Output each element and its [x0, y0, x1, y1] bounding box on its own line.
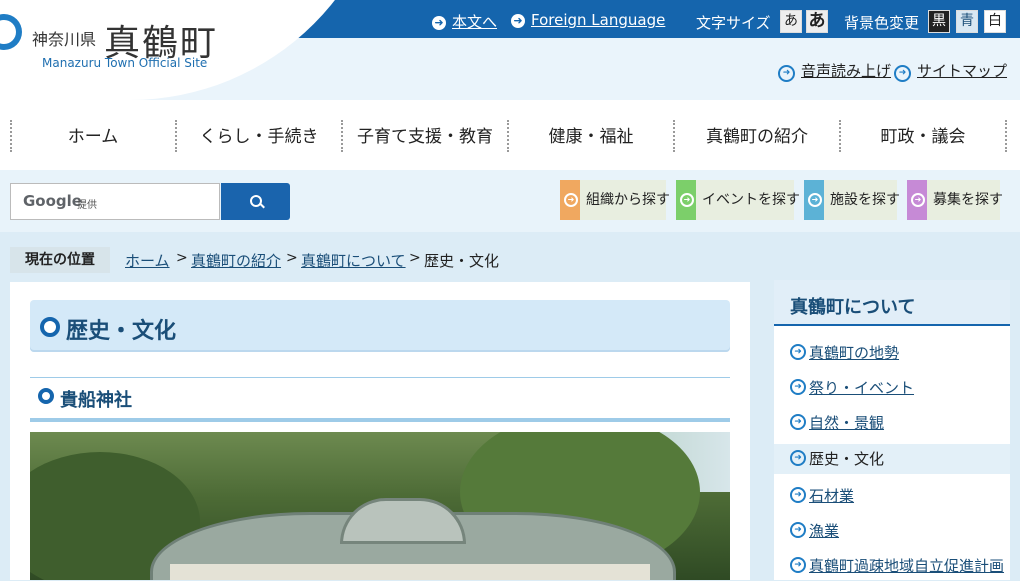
find-button-accent: ➜	[907, 180, 927, 220]
sidebar-heading: 真鶴町について	[774, 280, 1010, 326]
breadcrumb-link-home[interactable]: ホーム	[125, 250, 170, 271]
global-nav: ホーム くらし・手続き 子育て支援・教育 健康・福祉 真鶴町の紹介 町政・議会	[0, 100, 1020, 170]
find-events-button[interactable]: ➜ イベントを探す	[676, 180, 800, 220]
find-button-accent: ➜	[676, 180, 696, 220]
bg-blue-button[interactable]: 青	[956, 10, 978, 33]
sidebar-item-festivals[interactable]: ➜ 祭り・イベント	[774, 373, 1010, 403]
find-recruitment-label: 募集を探す	[933, 192, 1003, 208]
logo-prefecture: 神奈川県	[32, 30, 97, 49]
arrow-right-circle-icon: ➜	[911, 193, 925, 207]
skip-to-content-link[interactable]: ➜ 本文へ	[432, 11, 497, 32]
find-events-label: イベントを探す	[702, 192, 800, 208]
sidebar: 真鶴町について ➜ 真鶴町の地勢 ➜ 祭り・イベント ➜ 自然・景観 ➜ 歴史・…	[774, 280, 1010, 580]
arrow-right-circle-icon: ➜	[894, 65, 911, 82]
sitemap-label: サイトマップ	[917, 62, 1008, 80]
find-button-accent: ➜	[804, 180, 824, 220]
main-content: 歴史・文化 貴船神社	[10, 282, 750, 580]
breadcrumb-separator: >	[409, 250, 421, 266]
sidebar-item-label: 石材業	[809, 487, 855, 505]
sidebar-item-fishery[interactable]: ➜ 漁業	[774, 516, 1010, 546]
arrow-right-circle-icon: ➜	[511, 14, 525, 28]
font-size-large-button[interactable]: あ	[806, 10, 828, 33]
breadcrumb-separator: >	[286, 250, 298, 266]
breadcrumb-link-about-manazuru[interactable]: 真鶴町について	[301, 250, 406, 271]
find-recruitment-button[interactable]: ➜ 募集を探す	[907, 180, 1003, 220]
nav-item-living[interactable]: くらし・手続き	[176, 122, 342, 152]
foreign-language-link[interactable]: ➜ Foreign Language	[511, 11, 665, 29]
sidebar-item-stone-industry[interactable]: ➜ 石材業	[774, 481, 1010, 511]
font-size-label: 文字サイズ	[696, 14, 771, 32]
nav-item-government[interactable]: 町政・議会	[840, 122, 1006, 152]
read-aloud-label: 音声読み上げ	[801, 62, 892, 80]
breadcrumb-current: 歴史・文化	[424, 252, 500, 270]
heading-bullet-icon	[38, 388, 54, 404]
bg-color-label: 背景色変更	[844, 14, 920, 32]
find-by-organization-button[interactable]: ➜ 組織から探す	[560, 180, 670, 220]
site-header: 神奈川県 真鶴町 Manazuru Town Official Site ➜ 本文…	[0, 0, 1020, 100]
sidebar-item-label: 漁業	[809, 522, 840, 540]
sitemap-link[interactable]: ➜ サイトマップ	[894, 60, 1007, 82]
sidebar-item-label: 真鶴町の地勢	[809, 344, 900, 362]
photo-shrine-gable	[340, 498, 466, 544]
title-bullet-icon	[40, 317, 60, 337]
foreign-language-label: Foreign Language	[531, 11, 666, 29]
shrine-photo	[30, 432, 730, 580]
find-button-accent: ➜	[560, 180, 580, 220]
sidebar-item-label: 真鶴町過疎地域自立促進計画	[809, 557, 1005, 575]
arrow-right-circle-icon: ➜	[790, 522, 806, 538]
find-facilities-label: 施設を探す	[830, 192, 900, 208]
nav-item-about-town[interactable]: 真鶴町の紹介	[674, 122, 840, 152]
breadcrumb-separator: >	[176, 250, 188, 266]
arrow-right-circle-icon: ➜	[790, 344, 806, 360]
bg-white-button[interactable]: 白	[984, 10, 1006, 33]
arrow-right-circle-icon: ➜	[680, 193, 694, 207]
nav-item-childcare[interactable]: 子育て支援・教育	[342, 122, 508, 152]
arrow-right-circle-icon: ➜	[778, 65, 795, 82]
breadcrumb: 現在の位置 ホーム > 真鶴町の紹介 > 真鶴町について > 歴史・文化	[10, 244, 1010, 274]
arrow-right-circle-icon: ➜	[790, 557, 806, 573]
font-size-normal-button[interactable]: あ	[780, 10, 802, 33]
photo-shrine-beam	[170, 564, 650, 580]
arrow-right-circle-icon: ➜	[790, 414, 806, 430]
find-by-organization-label: 組織から探す	[586, 192, 670, 208]
sidebar-item-label: 歴史・文化	[809, 450, 885, 468]
find-facilities-button[interactable]: ➜ 施設を探す	[804, 180, 900, 220]
read-aloud-link[interactable]: ➜ 音声読み上げ	[778, 60, 891, 82]
arrow-right-circle-icon: ➜	[564, 193, 578, 207]
arrow-right-circle-icon: ➜	[432, 16, 446, 30]
search-band: Google 提供 ➜ 組織から探す ➜ イベントを探す ➜ 施設を探す ➜ 募…	[0, 170, 1020, 232]
arrow-right-circle-icon: ➜	[790, 379, 806, 395]
skip-to-content-label: 本文へ	[452, 13, 498, 31]
sidebar-item-nature[interactable]: ➜ 自然・景観	[774, 408, 1010, 438]
page-title-text: 歴史・文化	[66, 319, 177, 344]
nav-item-health[interactable]: 健康・福祉	[508, 122, 674, 152]
section-heading: 貴船神社	[30, 377, 730, 422]
search-input[interactable]: Google 提供	[10, 183, 220, 220]
arrow-right-circle-icon: ➜	[808, 193, 822, 207]
logo-english-name: Manazuru Town Official Site	[42, 56, 208, 70]
breadcrumb-label: 現在の位置	[10, 247, 110, 273]
sidebar-item-label: 自然・景観	[809, 414, 885, 432]
arrow-right-circle-icon: ➜	[790, 487, 806, 503]
google-logo: Google	[23, 192, 82, 210]
arrow-right-circle-icon: ➜	[790, 450, 806, 466]
sidebar-item-depopulation-plan[interactable]: ➜ 真鶴町過疎地域自立促進計画	[774, 551, 1010, 581]
nav-divider	[1005, 120, 1007, 152]
search-button[interactable]	[221, 183, 290, 220]
search-icon	[250, 195, 262, 207]
google-provided-label: 提供	[77, 200, 97, 211]
page-title: 歴史・文化	[30, 300, 730, 352]
sidebar-item-label: 祭り・イベント	[809, 379, 915, 397]
sidebar-item-history-culture[interactable]: ➜ 歴史・文化	[774, 444, 1010, 474]
bg-black-button[interactable]: 黒	[928, 10, 950, 33]
breadcrumb-link-about-town[interactable]: 真鶴町の紹介	[191, 250, 281, 271]
sidebar-heading-text: 真鶴町について	[790, 297, 916, 318]
section-heading-text: 貴船神社	[60, 390, 132, 411]
sidebar-item-topography[interactable]: ➜ 真鶴町の地勢	[774, 338, 1010, 368]
nav-item-home[interactable]: ホーム	[10, 122, 176, 152]
